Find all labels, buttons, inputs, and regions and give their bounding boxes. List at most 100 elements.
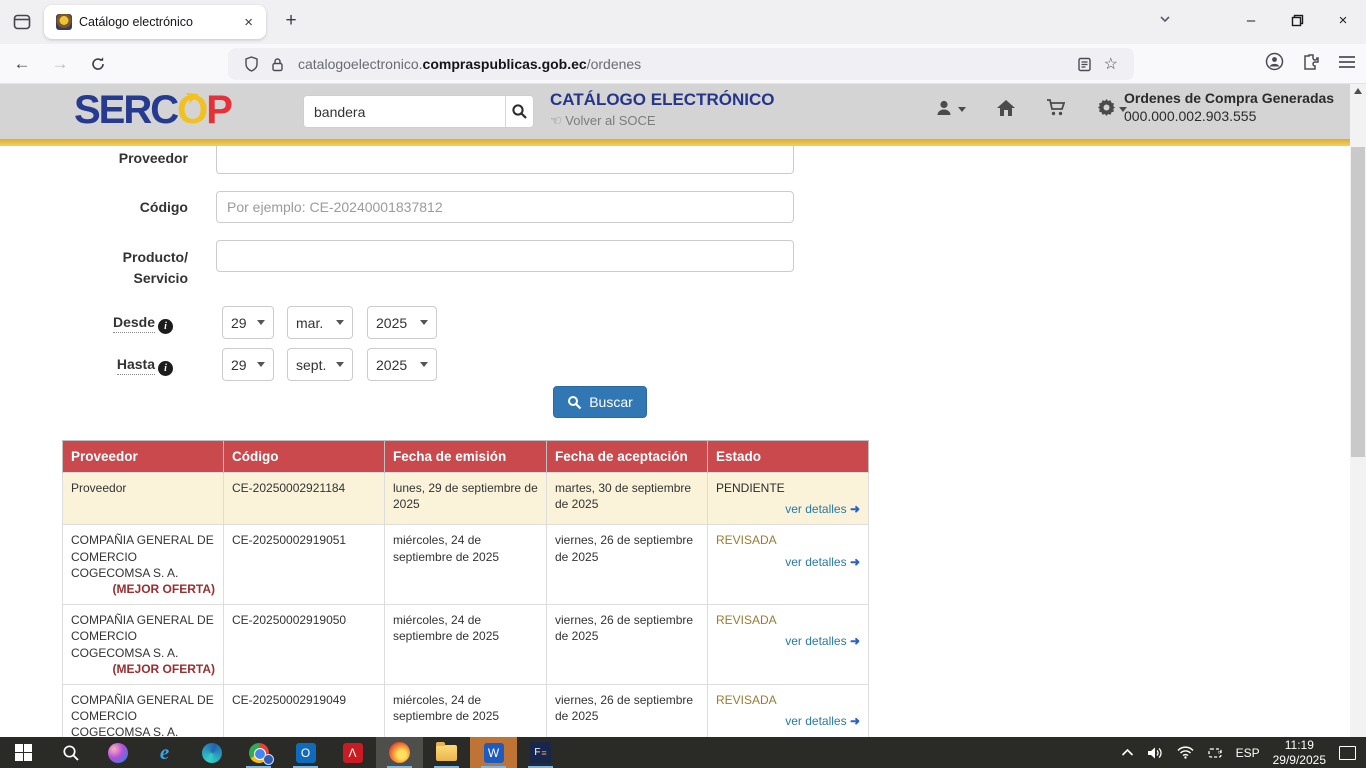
svg-text:¤: ¤: [1218, 750, 1221, 756]
system-tray: ¤ ESP 11:19 29/9/2025: [1121, 737, 1366, 768]
internet-explorer-icon: e: [160, 740, 169, 765]
site-header: SERCOP ➤ CATÁLOGO ELECTRÓNICO ☜ Volver a…: [0, 84, 1366, 139]
scroll-up-arrow-icon[interactable]: [1354, 88, 1362, 94]
volver-soce-link[interactable]: ☜ Volver al SOCE: [550, 113, 656, 129]
desde-year-select[interactable]: 2025: [367, 306, 437, 339]
url-path: /ordenes: [587, 56, 641, 72]
bookmark-star-icon[interactable]: ☆: [1104, 54, 1118, 74]
ver-detalles-link[interactable]: ver detalles ➜: [716, 633, 860, 649]
search-icon: [567, 395, 582, 410]
reload-button[interactable]: [82, 48, 114, 80]
ver-detalles-link[interactable]: ver detalles ➜: [716, 554, 860, 570]
vertical-scrollbar[interactable]: [1350, 84, 1366, 768]
web-page: SERCOP ➤ CATÁLOGO ELECTRÓNICO ☜ Volver a…: [0, 84, 1366, 768]
taskbar-search-button[interactable]: [47, 737, 94, 768]
table-row: COMPAÑIA GENERAL DE COMERCIO COGECOMSA S…: [63, 605, 869, 685]
status-badge: REVISADA: [716, 532, 860, 548]
word-icon: W: [484, 743, 504, 763]
hasta-month-select[interactable]: sept.: [287, 348, 353, 381]
url-bar[interactable]: catalogoelectronico.compraspublicas.gob.…: [228, 48, 1134, 80]
desde-info-icon[interactable]: [158, 319, 173, 334]
reader-view-icon[interactable]: [1077, 57, 1092, 72]
table-header-row: Proveedor Código Fecha de emisión Fecha …: [63, 441, 869, 473]
tab-favicon-icon: [56, 14, 72, 30]
header-accent-bar: [0, 139, 1366, 146]
sercop-logo[interactable]: SERCOP: [74, 88, 231, 133]
acceptance-date: viernes, 26 de septiembre de 2025: [547, 605, 708, 685]
adobe-reader-icon: Λ: [343, 743, 363, 763]
taskbar-copilot-button[interactable]: [94, 737, 141, 768]
ver-detalles-link[interactable]: ver detalles ➜: [716, 501, 860, 517]
firefox-icon: [389, 742, 410, 763]
best-offer-tag: (MEJOR OFERTA): [113, 581, 215, 597]
tray-app-icon[interactable]: ¤: [1207, 746, 1223, 760]
user-menu-icon[interactable]: [935, 99, 966, 117]
url-text: catalogoelectronico.compraspublicas.gob.…: [298, 56, 641, 72]
taskbar-fes-button[interactable]: F≡: [517, 737, 564, 768]
producto-servicio-input[interactable]: [216, 240, 794, 272]
taskbar-adobe-button[interactable]: Λ: [329, 737, 376, 768]
hasta-label: Hasta: [58, 356, 173, 376]
hasta-day-select[interactable]: 29: [222, 348, 274, 381]
taskbar-edge-button[interactable]: [188, 737, 235, 768]
wifi-icon[interactable]: [1177, 746, 1194, 759]
header-search-button[interactable]: [505, 96, 533, 127]
table-row: COMPAÑIA GENERAL DE COMERCIO COGECOMSA S…: [63, 525, 869, 605]
orders-table: Proveedor Código Fecha de emisión Fecha …: [62, 440, 869, 768]
buscar-button[interactable]: Buscar: [553, 386, 647, 418]
account-icon[interactable]: [1265, 52, 1284, 76]
close-button[interactable]: ×: [1320, 0, 1366, 40]
tab-close-icon[interactable]: ×: [239, 12, 258, 33]
start-button[interactable]: [0, 737, 47, 768]
hasta-info-icon[interactable]: [158, 361, 173, 376]
cart-icon[interactable]: [1046, 98, 1067, 117]
minimize-button[interactable]: –: [1228, 0, 1274, 40]
language-indicator[interactable]: ESP: [1236, 746, 1260, 760]
chevron-down-icon: [336, 362, 344, 367]
tray-expand-chevron-icon[interactable]: [1121, 748, 1134, 757]
taskbar-chrome-button[interactable]: [235, 737, 282, 768]
restore-button[interactable]: [1274, 0, 1320, 40]
chevron-down-icon: [257, 320, 265, 325]
windows-logo-icon: [15, 744, 33, 762]
taskbar-outlook-button[interactable]: O: [282, 737, 329, 768]
arrow-right-icon: ➜: [850, 555, 860, 569]
chevron-down-icon: [257, 362, 265, 367]
back-button[interactable]: ←: [6, 48, 38, 80]
browser-tab[interactable]: Catálogo electrónico ×: [44, 5, 266, 39]
taskbar-explorer-button[interactable]: [423, 737, 470, 768]
taskbar-firefox-button[interactable]: [376, 737, 423, 768]
codigo-input[interactable]: [216, 191, 794, 223]
extensions-puzzle-icon[interactable]: [1302, 53, 1320, 76]
windows-taskbar: e O Λ W F≡ ¤ ESP 11:19 29/9/2025: [0, 737, 1366, 768]
clock[interactable]: 11:19 29/9/2025: [1273, 738, 1326, 767]
shield-icon[interactable]: [244, 56, 259, 72]
desde-month-select[interactable]: mar.: [287, 306, 353, 339]
tab-list-chevron-icon[interactable]: [1158, 12, 1172, 31]
status-badge: PENDIENTE: [716, 480, 860, 496]
site-title: CATÁLOGO ELECTRÓNICO: [550, 90, 774, 110]
notification-center-icon[interactable]: [1339, 746, 1356, 760]
url-domain: compraspublicas.gob.ec: [423, 56, 587, 72]
new-tab-button[interactable]: +: [278, 10, 304, 32]
proveedor-input[interactable]: [216, 142, 794, 174]
scrollbar-thumb[interactable]: [1351, 147, 1365, 457]
volume-icon[interactable]: [1147, 746, 1164, 760]
home-icon[interactable]: [996, 99, 1016, 117]
provider-name: COMPAÑIA GENERAL DE COMERCIO COGECOMSA S…: [71, 533, 214, 579]
menu-hamburger-icon[interactable]: [1338, 55, 1356, 74]
col-codigo: Código: [224, 441, 385, 473]
producto-servicio-label: Producto/ Servicio: [58, 247, 188, 289]
hasta-year-select[interactable]: 2025: [367, 348, 437, 381]
taskbar-word-button[interactable]: W: [470, 737, 517, 768]
header-search-input[interactable]: [304, 96, 505, 127]
firefox-view-icon[interactable]: [8, 8, 36, 36]
ver-detalles-link[interactable]: ver detalles ➜: [716, 713, 860, 729]
settings-gear-icon[interactable]: [1097, 98, 1127, 117]
lock-icon[interactable]: [271, 57, 284, 72]
edge-icon: [202, 743, 222, 763]
desde-day-select[interactable]: 29: [222, 306, 274, 339]
search-icon: [62, 744, 80, 762]
taskbar-ie-button[interactable]: e: [141, 737, 188, 768]
forward-button[interactable]: →: [44, 48, 76, 80]
